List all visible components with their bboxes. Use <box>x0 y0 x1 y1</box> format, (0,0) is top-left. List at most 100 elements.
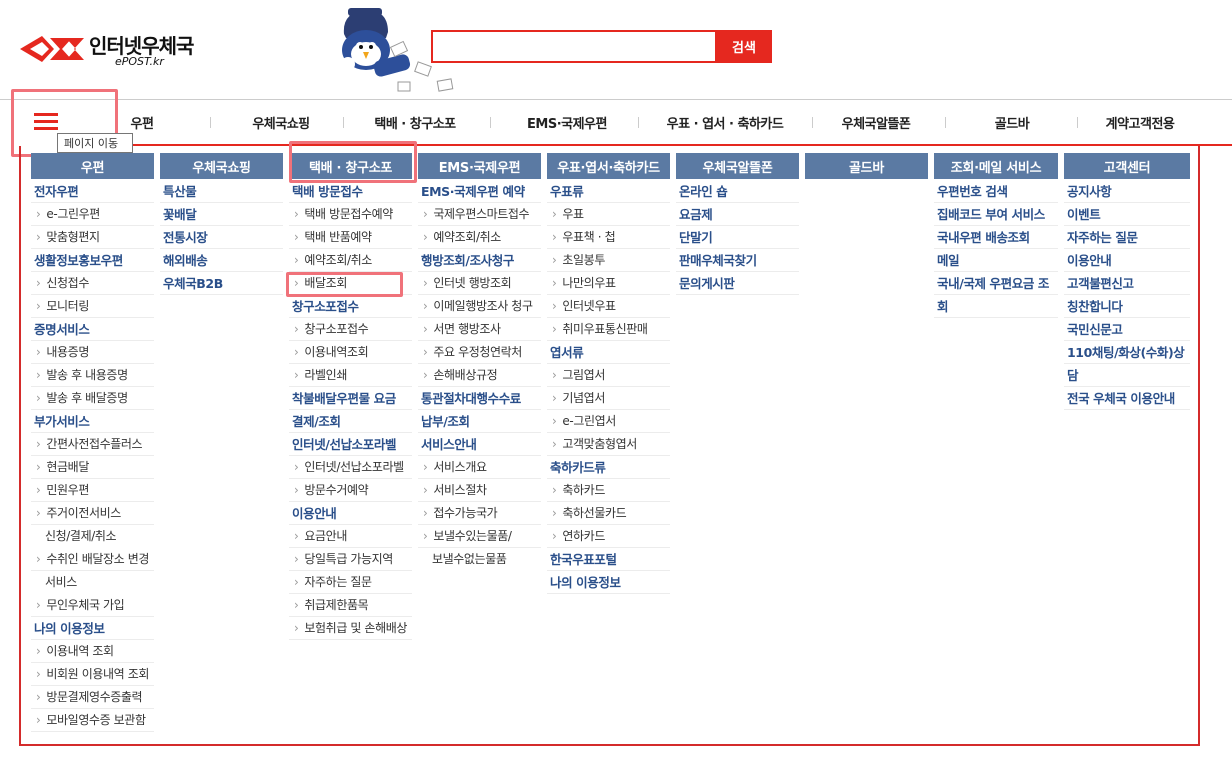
sitemap-link[interactable]: 부가서비스 <box>31 410 154 433</box>
sitemap-link[interactable]: 생활정보홍보우편 <box>31 249 154 272</box>
sitemap-link[interactable]: 판매우체국찾기 <box>676 249 799 272</box>
sitemap-link[interactable]: 결제/조회 <box>289 410 412 433</box>
sitemap-link[interactable]: 초일봉투 <box>547 249 670 272</box>
gnb-item-contract[interactable]: 계약고객전용 <box>1092 100 1188 144</box>
sitemap-link[interactable]: 서비스안내 <box>418 433 541 456</box>
sitemap-link[interactable]: 꽃배달 <box>160 203 283 226</box>
sitemap-link[interactable]: 서비스절차 <box>418 479 541 502</box>
gnb-item-stamps[interactable]: 우표 · 엽서 · 축하카드 <box>656 100 794 144</box>
sitemap-link[interactable]: 증명서비스 <box>31 318 154 341</box>
sitemap-link[interactable]: 발송 후 내용증명 <box>31 364 154 387</box>
column-header[interactable]: 고객센터 <box>1064 153 1190 179</box>
sitemap-link[interactable]: 취미우표통신판매 <box>547 318 670 341</box>
sitemap-link[interactable]: 우표책 · 첩 <box>547 226 670 249</box>
sitemap-link[interactable]: 전자우편 <box>31 180 154 203</box>
sitemap-link[interactable]: 특산물 <box>160 180 283 203</box>
sitemap-link[interactable]: 인터넷우표 <box>547 295 670 318</box>
sitemap-link[interactable]: 110채팅/화상(수화)상 <box>1064 341 1190 364</box>
sitemap-link[interactable]: 내용증명 <box>31 341 154 364</box>
sitemap-link[interactable]: EMS·국제우편 예약 <box>418 180 541 203</box>
sitemap-link[interactable]: 창구소포접수 <box>289 295 412 318</box>
sitemap-link[interactable]: 집배코드 부여 서비스 <box>934 203 1058 226</box>
sitemap-link[interactable]: 온라인 숍 <box>676 180 799 203</box>
sitemap-link[interactable]: 우표 <box>547 203 670 226</box>
sitemap-link[interactable]: 당일특급 가능지역 <box>289 548 412 571</box>
gnb-item-goldbar[interactable]: 골드바 <box>982 100 1042 144</box>
sitemap-link[interactable]: 국내우편 배송조회 <box>934 226 1058 249</box>
sitemap-link[interactable]: 회 <box>934 295 1058 318</box>
gnb-item-ems[interactable]: EMS·국제우편 <box>515 100 619 144</box>
sitemap-link[interactable]: 이용내역 조회 <box>31 640 154 663</box>
sitemap-link[interactable]: 고객불편신고 <box>1064 272 1190 295</box>
sitemap-link[interactable]: 인터넷 행방조회 <box>418 272 541 295</box>
sitemap-link[interactable]: 전국 우체국 이용안내 <box>1064 387 1190 410</box>
sitemap-link[interactable]: 이용안내 <box>1064 249 1190 272</box>
sitemap-link[interactable]: 비회원 이용내역 조회 <box>31 663 154 686</box>
gnb-item-parcel[interactable]: 택배 · 창구소포 <box>360 100 470 144</box>
sitemap-link[interactable]: 나의 이용정보 <box>547 571 670 594</box>
sitemap-link[interactable]: 기념엽서 <box>547 387 670 410</box>
sitemap-link[interactable]: 서비스 <box>31 571 154 594</box>
sitemap-link[interactable]: 신청접수 <box>31 272 154 295</box>
sitemap-link[interactable]: 국내/국제 우편요금 조 <box>934 272 1058 295</box>
sitemap-link[interactable]: 주요 우정청연락처 <box>418 341 541 364</box>
sitemap-link[interactable]: 이메일행방조사 청구 <box>418 295 541 318</box>
sitemap-link[interactable]: 메일 <box>934 249 1058 272</box>
sitemap-link[interactable]: 전통시장 <box>160 226 283 249</box>
sitemap-link[interactable]: 발송 후 배달증명 <box>31 387 154 410</box>
sitemap-link[interactable]: 손해배상규정 <box>418 364 541 387</box>
sitemap-link[interactable]: 인터넷/선납소포라벨 <box>289 456 412 479</box>
sitemap-link[interactable]: 나의 이용정보 <box>31 617 154 640</box>
sitemap-link[interactable]: 그림엽서 <box>547 364 670 387</box>
sitemap-link[interactable]: 보낼수없는물품 <box>418 548 541 571</box>
sitemap-link[interactable]: 요금제 <box>676 203 799 226</box>
sitemap-link[interactable]: 착불배달우편물 요금 <box>289 387 412 410</box>
sitemap-link[interactable]: 모바일영수증 보관함 <box>31 709 154 732</box>
sitemap-link[interactable]: 문의게시판 <box>676 272 799 295</box>
sitemap-link[interactable]: 서비스개요 <box>418 456 541 479</box>
sitemap-link[interactable]: 택배 반품예약 <box>289 226 412 249</box>
sitemap-link[interactable]: 간편사전접수플러스 <box>31 433 154 456</box>
search-input[interactable] <box>431 30 717 63</box>
search-button[interactable]: 검색 <box>716 30 772 63</box>
gnb-item-mobile[interactable]: 우체국알뜰폰 <box>828 100 924 144</box>
sitemap-link[interactable]: 민원우편 <box>31 479 154 502</box>
sitemap-link[interactable]: 우표류 <box>547 180 670 203</box>
sitemap-link[interactable]: 취급제한품목 <box>289 594 412 617</box>
sitemap-link[interactable]: 자주하는 질문 <box>1064 226 1190 249</box>
sitemap-link[interactable]: 이용안내 <box>289 502 412 525</box>
sitemap-link[interactable]: 행방조회/조사청구 <box>418 249 541 272</box>
sitemap-link[interactable]: 라벨인쇄 <box>289 364 412 387</box>
sitemap-link[interactable]: 이벤트 <box>1064 203 1190 226</box>
sitemap-link[interactable]: 예약조회/취소 <box>289 249 412 272</box>
column-header[interactable]: 우체국쇼핑 <box>160 153 283 179</box>
sitemap-link[interactable]: 인터넷/선납소포라벨 <box>289 433 412 456</box>
sitemap-link[interactable]: 우편번호 검색 <box>934 180 1058 203</box>
column-header[interactable]: 조회·메일 서비스 <box>934 153 1058 179</box>
sitemap-link[interactable]: 연하카드 <box>547 525 670 548</box>
sitemap-link[interactable]: 국제우편스마트접수 <box>418 203 541 226</box>
epost-logo[interactable]: 인터넷우체국 ePOST.kr <box>20 28 210 68</box>
sitemap-link[interactable]: 접수가능국가 <box>418 502 541 525</box>
sitemap-link[interactable]: 축하카드 <box>547 479 670 502</box>
sitemap-link[interactable]: 모니터링 <box>31 295 154 318</box>
sitemap-link[interactable]: 우체국B2B <box>160 272 283 295</box>
column-header[interactable]: 우체국알뜰폰 <box>676 153 799 179</box>
sitemap-link[interactable]: 요금안내 <box>289 525 412 548</box>
sitemap-link[interactable]: e-그린엽서 <box>547 410 670 433</box>
sitemap-link[interactable]: 서면 행방조사 <box>418 318 541 341</box>
column-header[interactable]: 우편 <box>31 153 154 179</box>
sitemap-link[interactable]: 보험취급 및 손해배상 <box>289 617 412 640</box>
sitemap-link[interactable]: 엽서류 <box>547 341 670 364</box>
sitemap-link[interactable]: 칭찬합니다 <box>1064 295 1190 318</box>
sitemap-link[interactable]: 통관절차대행수수료 <box>418 387 541 410</box>
sitemap-link[interactable]: 한국우표포털 <box>547 548 670 571</box>
sitemap-link[interactable]: 창구소포접수 <box>289 318 412 341</box>
sitemap-link[interactable]: 현금배달 <box>31 456 154 479</box>
sitemap-link[interactable]: 방문수거예약 <box>289 479 412 502</box>
sitemap-link[interactable]: 나만의우표 <box>547 272 670 295</box>
sitemap-link[interactable]: 보낼수있는물품/ <box>418 525 541 548</box>
sitemap-link[interactable]: 맞춤형편지 <box>31 226 154 249</box>
sitemap-link[interactable]: 단말기 <box>676 226 799 249</box>
sitemap-link[interactable]: 방문결제영수증출력 <box>31 686 154 709</box>
